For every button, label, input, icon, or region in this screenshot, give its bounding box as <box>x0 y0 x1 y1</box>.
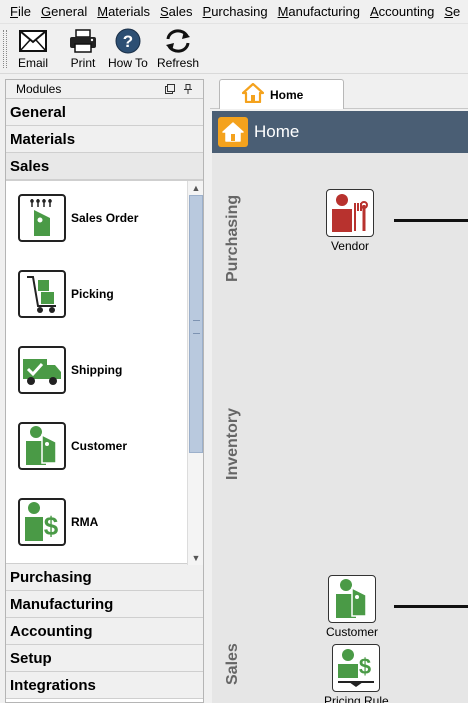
customer-node-label: Customer <box>326 625 379 639</box>
sales-order-label: Sales Order <box>71 211 139 225</box>
sales-order-item[interactable]: Sales Order <box>18 193 138 243</box>
pin-icon[interactable] <box>183 83 193 97</box>
modules-panel: Modules General Materials Sales Sales Or… <box>5 79 204 703</box>
pricing-rule-node[interactable]: $ Pricing Rule <box>324 644 389 703</box>
customer-item[interactable]: Customer <box>18 421 127 471</box>
customer-connector <box>394 605 468 608</box>
shipping-item[interactable]: Shipping <box>18 345 122 395</box>
home-icon <box>218 117 248 147</box>
picking-item[interactable]: Picking <box>18 269 114 319</box>
tab-home-label: Home <box>270 87 304 102</box>
menu-general[interactable]: General <box>41 4 87 19</box>
customer-label: Customer <box>71 439 128 453</box>
section-inventory: Inventory <box>224 407 241 480</box>
toolbar: Email Print ? How To Refresh <box>0 24 468 74</box>
toolbar-grip[interactable] <box>3 30 7 68</box>
scroll-up-icon[interactable]: ▲ <box>188 181 204 195</box>
rma-label: RMA <box>71 515 99 529</box>
rma-item[interactable]: $ RMA <box>18 497 98 547</box>
menu-manufacturing[interactable]: Manufacturing <box>278 4 360 19</box>
module-materials[interactable]: Materials <box>6 126 203 153</box>
modules-panel-header: Modules <box>6 80 203 99</box>
menu-file[interactable]: File <box>10 4 31 19</box>
vendor-label: Vendor <box>330 239 370 253</box>
pricing-rule-icon: $ <box>332 644 381 692</box>
scroll-down-icon[interactable]: ▼ <box>188 551 204 565</box>
email-label: Email <box>18 56 49 70</box>
module-integrations[interactable]: Integrations <box>6 672 203 699</box>
module-manufacturing[interactable]: Manufacturing <box>6 591 203 618</box>
workflow-canvas: Purchasing Inventory Sales Vendor Custom… <box>212 153 468 703</box>
menu-bar: File General Materials Sales Purchasing … <box>0 0 468 24</box>
section-sales: Sales <box>224 643 241 685</box>
email-icon <box>18 27 48 55</box>
customer-icon <box>328 575 376 623</box>
print-button[interactable]: Print <box>68 27 98 71</box>
module-general[interactable]: General <box>6 99 203 126</box>
refresh-label: Refresh <box>157 56 200 70</box>
refresh-icon <box>163 27 193 55</box>
svg-text:$: $ <box>359 654 371 679</box>
sales-items-list: Sales Order Picking Shipping Customer $ … <box>6 180 203 565</box>
vendor-node[interactable]: Vendor <box>326 189 374 253</box>
home-header: Home <box>212 111 468 153</box>
email-button[interactable]: Email <box>18 27 48 71</box>
picking-icon <box>18 270 66 318</box>
how-to-label: How To <box>108 56 148 70</box>
vendor-icon <box>326 189 374 237</box>
rma-icon: $ <box>18 498 66 546</box>
print-icon <box>68 27 98 55</box>
menu-accounting[interactable]: Accounting <box>370 4 434 19</box>
menu-setup[interactable]: Se <box>444 4 460 19</box>
section-purchasing: Purchasing <box>224 194 241 282</box>
module-setup[interactable]: Setup <box>6 645 203 672</box>
module-purchasing[interactable]: Purchasing <box>6 564 203 591</box>
how-to-button[interactable]: ? How To <box>108 27 148 71</box>
svg-text:?: ? <box>123 32 133 51</box>
tab-strip: Home <box>210 79 468 109</box>
sales-order-icon <box>18 194 66 242</box>
shipping-icon <box>18 346 66 394</box>
menu-sales[interactable]: Sales <box>160 4 193 19</box>
module-sales[interactable]: Sales <box>6 153 203 180</box>
modules-panel-title: Modules <box>16 82 62 96</box>
customer-node[interactable]: Customer <box>326 575 378 639</box>
help-icon: ? <box>113 27 143 55</box>
sales-list-scrollbar[interactable]: ▲ ▼ <box>187 181 203 565</box>
refresh-button[interactable]: Refresh <box>157 27 199 71</box>
home-title: Home <box>254 122 300 141</box>
pricing-rule-label: Pricing Rule <box>324 694 389 703</box>
tab-home[interactable]: Home <box>219 79 344 109</box>
home-icon <box>241 82 265 106</box>
picking-label: Picking <box>71 287 114 301</box>
vendor-connector <box>394 219 468 222</box>
float-panel-icon[interactable] <box>165 83 175 97</box>
shipping-label: Shipping <box>71 363 123 377</box>
scroll-thumb[interactable] <box>189 195 203 453</box>
menu-purchasing[interactable]: Purchasing <box>203 4 268 19</box>
print-label: Print <box>70 56 96 70</box>
menu-materials[interactable]: Materials <box>97 4 150 19</box>
module-accounting[interactable]: Accounting <box>6 618 203 645</box>
customer-icon <box>18 422 66 470</box>
svg-text:$: $ <box>44 511 59 541</box>
